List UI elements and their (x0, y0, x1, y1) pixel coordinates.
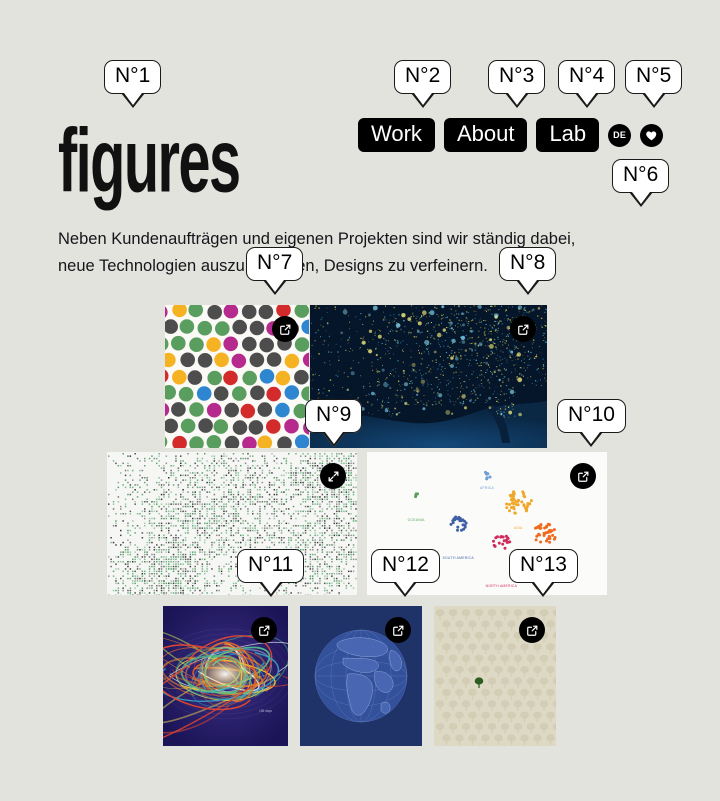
annotation-badge-tile-trees: N°13 (509, 549, 578, 584)
external-link-icon (517, 324, 528, 335)
annotation-badge-tile-lights: N°8 (499, 247, 557, 282)
annotation-badge-tile-globe: N°12 (371, 549, 440, 584)
main-navigation: Work About Lab DE (358, 118, 664, 153)
project-tile-dots-pattern[interactable] (165, 305, 309, 448)
project-tile-orbit-trails[interactable]: 155 days (163, 606, 288, 746)
annotation-badge-tile-green: N°9 (305, 399, 363, 434)
open-external-button[interactable] (251, 617, 277, 643)
heart-icon (646, 130, 657, 140)
project-tile-globe[interactable] (300, 606, 422, 746)
annotation-badge-tile-orbits: N°11 (237, 549, 305, 584)
site-logo[interactable]: figures (58, 115, 241, 206)
annotation-badge-nav-about: N°3 (488, 60, 546, 95)
cluster-label: OCEANIA (407, 517, 425, 522)
expand-diagonal-icon (328, 471, 338, 481)
external-link-icon (392, 625, 403, 636)
svg-text:155 days: 155 days (259, 709, 272, 713)
annotation-badge-nav-language: N°5 (625, 60, 683, 95)
cluster-label: AFRICA (480, 486, 494, 491)
annotation-badge-tile-dots: N°7 (246, 247, 304, 282)
nav-item-work[interactable]: Work (358, 118, 435, 153)
expand-button[interactable] (320, 463, 346, 489)
annotation-badge-nav-lab: N°4 (558, 60, 616, 95)
open-external-button[interactable] (519, 617, 545, 643)
page-root: figures Work About Lab DE Neben Kundenau… (0, 0, 720, 801)
open-external-button[interactable] (570, 463, 596, 489)
annotation-badge-logo: N°1 (104, 60, 162, 95)
project-tile-tree-field[interactable] (434, 606, 556, 746)
external-link-icon (258, 625, 269, 636)
nav-item-about[interactable]: About (443, 118, 528, 153)
language-switch-button[interactable]: DE (608, 123, 632, 147)
favorites-button[interactable] (640, 123, 664, 147)
intro-line-1: Neben Kundenaufträgen und eigenen Projek… (58, 230, 576, 248)
annotation-badge-tile-clusters: N°10 (557, 399, 626, 434)
open-external-button[interactable] (385, 617, 411, 643)
project-tile-green-scatter[interactable] (107, 452, 357, 595)
external-link-icon (526, 625, 537, 636)
intro-paragraph: Neben Kundenaufträgen und eigenen Projek… (58, 226, 658, 279)
open-external-button[interactable] (510, 316, 536, 342)
annotation-badge-nav-work: N°2 (394, 60, 452, 95)
cluster-label: ASIA (513, 526, 523, 531)
nav-item-lab[interactable]: Lab (536, 118, 600, 153)
annotation-badge-nav-favorites: N°6 (612, 159, 670, 194)
open-external-button[interactable] (272, 316, 298, 342)
external-link-icon (577, 471, 588, 482)
cluster-label: SOUTH AMERICA (442, 556, 474, 561)
external-link-icon (279, 324, 290, 335)
cluster-label: NORTH AMERICA (485, 583, 518, 588)
